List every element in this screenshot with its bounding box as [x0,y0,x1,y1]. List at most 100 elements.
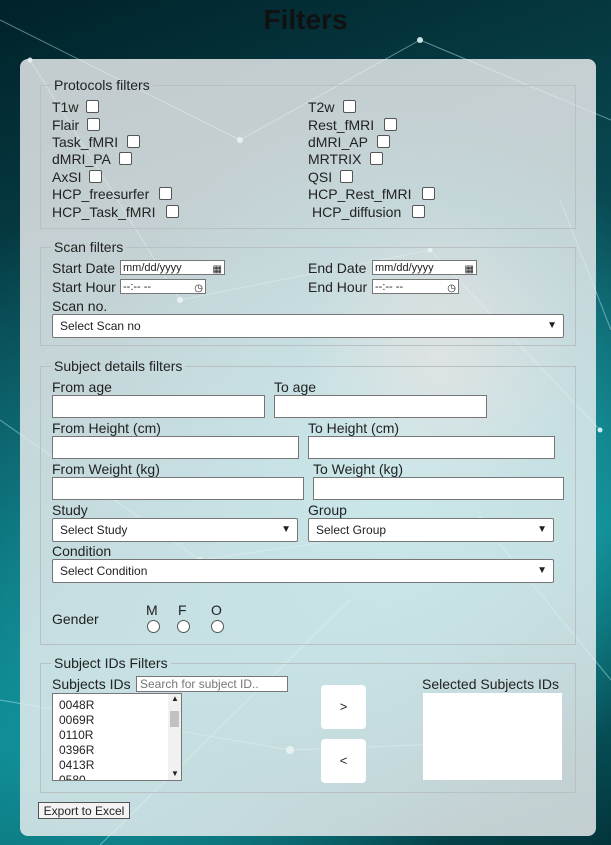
list-item[interactable]: 0110R [53,728,181,743]
selected-subjects-listbox[interactable] [423,693,562,780]
from-age-input[interactable] [52,395,265,418]
condition-select-value: Select Condition [60,564,148,578]
subjects-listbox[interactable]: 0048R 0069R 0110R 0396R 0413R 0580 ▲ ▼ [52,693,182,781]
list-item[interactable]: 0048R [53,698,181,713]
gender-option-m-label: M [146,602,158,618]
list-item[interactable]: 0413R [53,758,181,773]
protocol-label-hcp-rest-fmri: HCP_Rest_fMRI [308,186,412,202]
start-hour-label: Start Hour [52,279,116,295]
end-date-placeholder: mm/dd/yyyy [375,262,434,274]
to-weight-input[interactable] [313,477,564,500]
protocol-label-hcp-diffusion: HCP_diffusion [312,204,402,220]
selected-subjects-label: Selected Subjects IDs [422,676,559,692]
from-age-label: From age [52,379,112,395]
scroll-up-icon[interactable]: ▲ [171,694,179,703]
protocol-checkbox-qsi[interactable] [340,170,353,183]
start-date-label: Start Date [52,260,116,276]
study-select-value: Select Study [60,523,128,537]
list-item[interactable]: 0396R [53,743,181,758]
protocol-label-mrtrix: MRTRIX [308,151,362,167]
end-hour-input[interactable]: --:-- -- ◷ [372,279,459,294]
subject-legend: Subject details filters [54,358,183,374]
gender-radio-m[interactable] [147,620,160,633]
start-hour-input[interactable]: --:-- -- ◷ [120,279,206,294]
protocol-label-hcp-freesurfer: HCP_freesurfer [52,186,150,202]
to-height-label: To Height (cm) [308,420,400,436]
from-weight-input[interactable] [52,477,304,500]
protocol-checkbox-hcp-rest-fmri[interactable] [422,187,435,200]
start-date-placeholder: mm/dd/yyyy [123,262,182,274]
protocol-checkbox-t2w[interactable] [343,100,356,113]
to-age-input[interactable] [274,395,487,418]
protocol-checkbox-axsi[interactable] [89,170,102,183]
chevron-down-icon: ▼ [281,524,291,535]
protocol-checkbox-hcp-diffusion[interactable] [412,205,425,218]
chevron-down-icon: ▼ [547,320,557,331]
protocol-label-axsi: AxSI [52,169,82,185]
start-date-input[interactable]: mm/dd/yyyy ▦ [120,260,225,275]
add-subject-button[interactable]: > [321,685,366,729]
study-label: Study [52,502,88,518]
protocol-label-task-fmri: Task_fMRI [52,134,119,150]
protocol-label-rest-fmri: Rest_fMRI [308,117,375,133]
subject-search-input[interactable]: Search for subject ID.. [136,676,288,692]
subject-search-placeholder: Search for subject ID.. [140,677,259,691]
condition-label: Condition [52,543,112,559]
list-item[interactable]: 0580 [53,773,181,780]
listbox-scrollbar[interactable]: ▲ ▼ [168,694,181,780]
study-select[interactable]: Select Study ▼ [52,518,298,542]
from-height-input[interactable] [52,436,299,459]
group-select[interactable]: Select Group ▼ [308,518,554,542]
protocol-checkbox-t1w[interactable] [86,100,99,113]
gender-option-o-label: O [211,602,222,618]
protocol-label-dmri-pa: dMRI_PA [52,151,111,167]
end-hour-placeholder: --:-- -- [375,281,404,293]
protocol-checkbox-mrtrix[interactable] [370,152,383,165]
end-date-label: End Date [308,260,367,276]
calendar-icon: ▦ [212,264,222,275]
protocol-label-hcp-task-fmri: HCP_Task_fMRI [52,204,156,220]
scrollbar-thumb[interactable] [170,711,179,727]
protocol-checkbox-dmri-pa[interactable] [119,152,132,165]
protocol-label-qsi: QSI [308,169,333,185]
from-height-label: From Height (cm) [52,420,161,436]
scroll-down-icon[interactable]: ▼ [171,769,179,778]
protocol-label-t1w: T1w [52,99,79,115]
list-item[interactable]: 0069R [53,713,181,728]
condition-select[interactable]: Select Condition ▼ [52,559,554,583]
from-weight-label: From Weight (kg) [52,461,160,477]
end-date-input[interactable]: mm/dd/yyyy ▦ [372,260,477,275]
group-select-value: Select Group [316,523,387,537]
protocol-checkbox-hcp-freesurfer[interactable] [159,187,172,200]
chevron-down-icon: ▼ [537,565,547,576]
protocol-label-flair: Flair [52,117,80,133]
clock-icon: ◷ [447,283,456,294]
gender-radio-o[interactable] [211,620,224,633]
to-age-label: To age [274,379,317,395]
chevron-down-icon: ▼ [537,524,547,535]
scan-legend: Scan filters [54,239,124,255]
gender-option-f-label: F [178,602,187,618]
protocol-label-t2w: T2w [308,99,335,115]
group-label: Group [308,502,347,518]
page-title: Filters [263,4,348,35]
protocol-checkbox-hcp-task-fmri[interactable] [166,205,179,218]
scan-no-select[interactable]: Select Scan no ▼ [52,314,564,338]
protocol-checkbox-flair[interactable] [87,118,100,131]
protocol-checkbox-dmri-ap[interactable] [377,135,390,148]
start-hour-placeholder: --:-- -- [123,281,152,293]
remove-subject-button[interactable]: < [321,739,366,783]
protocol-checkbox-rest-fmri[interactable] [384,118,397,131]
gender-radio-f[interactable] [177,620,190,633]
to-weight-label: To Weight (kg) [313,461,403,477]
protocols-legend: Protocols filters [54,77,150,93]
protocol-checkbox-task-fmri[interactable] [127,135,140,148]
subjects-ids-label: Subjects IDs [52,676,131,692]
scan-no-select-value: Select Scan no [60,319,141,333]
protocol-label-dmri-ap: dMRI_AP [308,134,368,150]
to-height-input[interactable] [308,436,555,459]
export-excel-button[interactable]: Export to Excel [38,802,130,819]
ids-legend: Subject IDs Filters [54,655,168,671]
clock-icon: ◷ [194,283,203,294]
end-hour-label: End Hour [308,279,368,295]
